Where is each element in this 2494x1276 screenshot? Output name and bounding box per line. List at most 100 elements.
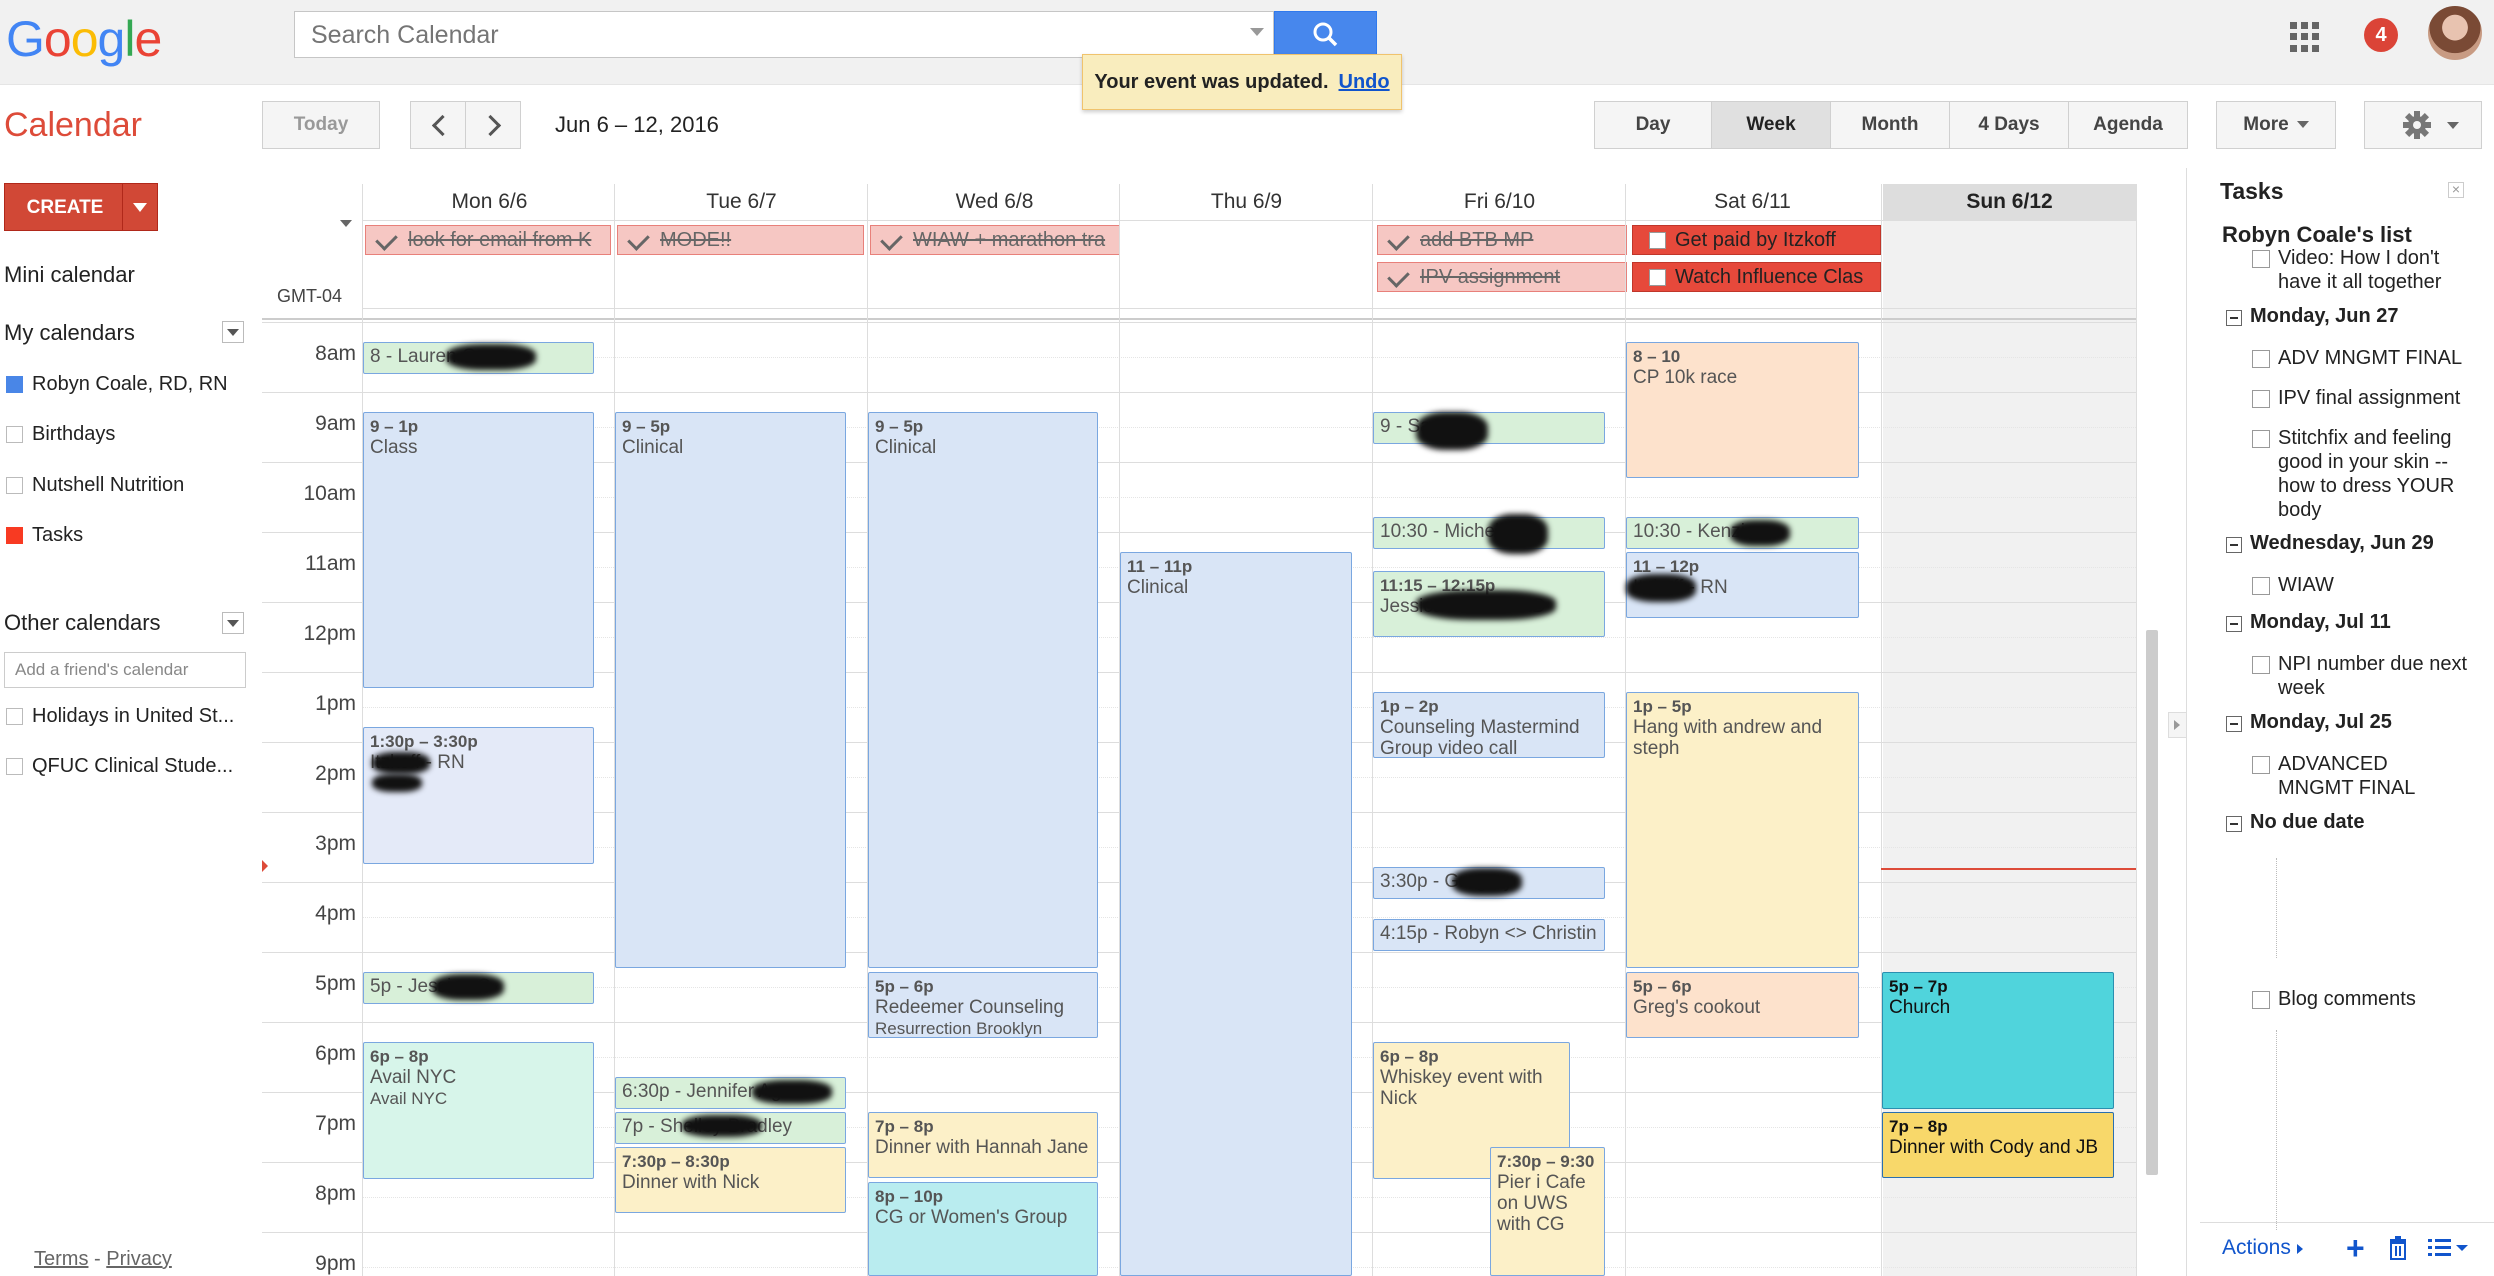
next-week-button[interactable] [465,101,521,149]
google-logo[interactable]: Google [6,10,162,68]
task-item[interactable]: IPV final assignment [2278,386,2460,410]
event-wed-redeemer[interactable]: 5p – 6p Redeemer Counseling Resurrection B… [868,972,1098,1038]
allday-task-mon[interactable]: look for email from K [365,225,611,255]
avatar[interactable] [2428,6,2482,60]
allday-task-sat-2[interactable]: Watch Influence Clas [1632,262,1881,292]
calendar-item-nutshell[interactable]: Nutshell Nutrition [32,474,184,497]
task-checkbox[interactable] [2252,656,2270,674]
view-month-button[interactable]: Month [1830,101,1950,149]
event-fri-mastermind[interactable]: 1p – 2p Counseling Mastermind Group video… [1373,692,1605,758]
calendar-item-birthdays[interactable]: Birthdays [32,423,115,446]
other-calendars-menu[interactable] [222,612,244,634]
task-item[interactable]: NPI number due next week [2278,652,2468,700]
search-input[interactable] [309,12,1193,58]
event-sat-cookout[interactable]: 5p – 6p Greg's cookout [1626,972,1859,1038]
add-friend-calendar-input[interactable]: Add a friend's calendar [4,652,246,688]
event-fri-415[interactable]: 4:15p - Robyn <> Christin [1373,919,1605,951]
search-button[interactable] [1274,11,1377,58]
task-checkbox[interactable] [2252,250,2270,268]
event-wed-dinner[interactable]: 7p – 8p Dinner with Hannah Jane [868,1112,1098,1178]
view-4days-button[interactable]: 4 Days [1949,101,2069,149]
collapse-group-icon[interactable] [2226,537,2242,553]
calendar-item-qfuc[interactable]: QFUC Clinical Stude... [32,755,233,778]
expand-tasks-button[interactable] [2168,712,2188,738]
task-checkbox[interactable] [2252,430,2270,448]
day-header-sun[interactable]: Sun 6/12 [1883,184,2136,220]
collapse-group-icon[interactable] [2226,816,2242,832]
event-tue-clinical[interactable]: 9 – 5p Clinical [615,412,846,968]
day-header-tue[interactable]: Tue 6/7 [614,190,869,214]
day-header-thu[interactable]: Thu 6/9 [1119,190,1374,214]
event-sun-dinner[interactable]: 7p – 8p Dinner with Cody and JB [1882,1112,2114,1178]
day-header-fri[interactable]: Fri 6/10 [1372,190,1627,214]
view-week-button[interactable]: Week [1711,101,1831,149]
my-calendars-heading[interactable]: My calendars [4,320,135,346]
collapse-allday-caret-icon[interactable] [340,220,352,227]
event-fri-9am[interactable]: 9 - Sarah [1373,412,1605,444]
undo-link[interactable]: Undo [1339,71,1390,93]
event-wed-clinical[interactable]: 9 – 5p Clinical [868,412,1098,968]
delete-task-icon[interactable] [2388,1236,2408,1260]
event-wed-cg[interactable]: 8p – 10p CG or Women's Group [868,1182,1098,1276]
task-checkbox[interactable] [2252,350,2270,368]
allday-task-wed[interactable]: WIAW + marathon tra [870,225,1120,255]
calendar-item-robyn[interactable]: Robyn Coale, RD, RN [32,373,228,396]
view-agenda-button[interactable]: Agenda [2068,101,2188,149]
allday-task-sat-1[interactable]: Get paid by Itzkoff [1632,225,1881,255]
task-checkbox[interactable] [2252,991,2270,1009]
calendar-color-robyn[interactable] [6,376,23,393]
other-calendars-heading[interactable]: Other calendars [4,610,161,636]
close-icon[interactable]: × [2448,182,2464,198]
calendar-checkbox-qfuc[interactable] [6,758,23,775]
day-header-sat[interactable]: Sat 6/11 [1625,190,1880,214]
grid-scrollbar[interactable] [2146,630,2158,1175]
day-header-wed[interactable]: Wed 6/8 [867,190,1122,214]
task-item[interactable]: Stitchfix and feeling good in your skin … [2278,426,2478,522]
event-sat-hang[interactable]: 1p – 5p Hang with andrew and steph [1626,692,1859,968]
collapse-group-icon[interactable] [2226,716,2242,732]
today-button[interactable]: Today [262,101,380,149]
task-item[interactable]: Video: How I don't have it all together [2278,246,2478,294]
notification-badge[interactable]: 4 [2364,18,2398,52]
task-list-menu-icon[interactable] [2428,1238,2470,1258]
allday-task-fri-1[interactable]: add BTB MP [1377,225,1627,255]
mini-calendar-toggle[interactable]: Mini calendar [4,262,135,288]
tasks-actions-menu[interactable]: Actions [2222,1236,2303,1260]
privacy-link[interactable]: Privacy [106,1248,172,1270]
calendar-item-holidays[interactable]: Holidays in United St... [32,705,234,728]
collapse-group-icon[interactable] [2226,310,2242,326]
search-box[interactable] [294,11,1274,58]
search-options-caret-icon[interactable] [1250,28,1264,36]
allday-task-tue[interactable]: MODE!! [617,225,864,255]
task-item[interactable]: ADV MNGMT FINAL [2278,346,2462,370]
calendar-checkbox-holidays[interactable] [6,708,23,725]
event-tue-dinner[interactable]: 7:30p – 8:30p Dinner with Nick [615,1147,846,1213]
terms-link[interactable]: Terms [34,1248,88,1270]
event-thu-clinical[interactable]: 11 – 11p Clinical [1120,552,1352,1276]
calendar-item-tasks[interactable]: Tasks [32,524,83,547]
view-day-button[interactable]: Day [1594,101,1712,149]
task-item[interactable]: ADVANCED MNGMT FINAL [2278,752,2448,800]
task-item[interactable]: WIAW [2278,573,2334,597]
task-checkbox[interactable] [2252,390,2270,408]
task-checkbox[interactable] [2252,756,2270,774]
event-mon-avail-nyc[interactable]: 6p – 8p Avail NYC Avail NYC [363,1042,594,1179]
previous-week-button[interactable] [410,101,466,149]
task-item[interactable]: Blog comments [2278,987,2416,1011]
event-fri-pier-cafe[interactable]: 7:30p – 9:30 Pier i Cafe on UWS with CG [1490,1147,1605,1276]
event-sun-church[interactable]: 5p – 7p Church [1882,972,2114,1109]
empty-task-placeholder[interactable] [2276,1030,2277,1230]
settings-button[interactable] [2364,101,2482,149]
calendar-color-tasks[interactable] [6,527,23,544]
add-task-icon[interactable]: + [2346,1230,2365,1267]
more-button[interactable]: More [2216,101,2336,149]
calendar-checkbox-birthdays[interactable] [6,426,23,443]
calendar-checkbox-nutshell[interactable] [6,477,23,494]
create-dropdown[interactable] [122,184,157,230]
my-calendars-menu[interactable] [222,321,244,343]
collapse-group-icon[interactable] [2226,616,2242,632]
create-button[interactable]: CREATE [4,183,158,231]
allday-task-fri-2[interactable]: IPV assignment [1377,262,1627,292]
task-list-name[interactable]: Robyn Coale's list [2222,222,2412,248]
day-header-mon[interactable]: Mon 6/6 [362,190,617,214]
